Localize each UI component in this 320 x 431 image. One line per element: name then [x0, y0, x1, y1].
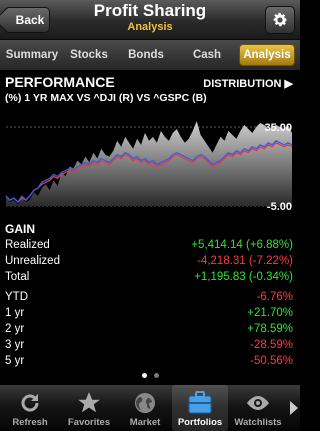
return-row-value: +21.70% [247, 307, 293, 319]
tab-stocks[interactable]: Stocks [61, 44, 117, 66]
tabbar-refresh[interactable]: Refresh [0, 385, 60, 431]
distribution-link[interactable]: DISTRIBUTION ▶ [203, 77, 293, 90]
page-indicator[interactable] [0, 373, 300, 378]
gain-row: Unrealized -4,218.31 (-7.22%) [5, 254, 293, 268]
return-row-label: 1 yr [5, 307, 25, 319]
return-row-label: 3 yr [5, 339, 25, 351]
y-min-label: -5.00 [267, 201, 292, 213]
gain-row-value: -4,218.31 (-7.22%) [197, 255, 293, 267]
star-icon [78, 392, 100, 413]
page-subtitle: Analysis [127, 21, 173, 33]
briefcase-icon [188, 391, 212, 414]
return-row: 1 yr +21.70% [5, 306, 293, 320]
tabbar-market[interactable]: Market [118, 385, 172, 431]
gear-icon [273, 12, 288, 27]
return-row-label: 2 yr [5, 323, 25, 335]
return-row: 2 yr +78.59% [5, 322, 293, 336]
return-row-label: YTD [5, 291, 28, 303]
page-title: Profit Sharing [93, 1, 207, 20]
return-row: YTD -6.76% [5, 290, 293, 304]
return-row: 5 yr -50.56% [5, 354, 293, 368]
tabbar-favorites[interactable]: Favorites [60, 385, 118, 431]
tabbar-watchlists[interactable]: Watchlists [228, 385, 288, 431]
return-row-value: -28.59% [250, 339, 293, 351]
tabbar-portfolios-label: Portfolios [177, 417, 223, 428]
gain-row: Total +1,195.83 (-0.34%) [5, 270, 293, 284]
tab-bonds[interactable]: Bonds [117, 44, 175, 66]
settings-button[interactable] [265, 6, 295, 34]
tabbar-refresh-label: Refresh [12, 417, 48, 428]
tabbar-watchlists-label: Watchlists [234, 417, 282, 428]
eye-icon [247, 396, 269, 410]
tab-analysis[interactable]: Analysis [239, 44, 295, 66]
tabbar-more[interactable] [288, 385, 300, 431]
tabbar-market-label: Market [129, 417, 161, 428]
chevron-right-icon [290, 401, 298, 415]
performance-title: PERFORMANCE [5, 74, 115, 90]
gain-row-value: +1,195.83 (-0.34%) [194, 271, 293, 283]
tab-bar: Refresh Favorites Market Portfolios Watc… [0, 385, 300, 431]
return-row-value: -6.76% [256, 291, 293, 303]
refresh-icon [21, 394, 39, 412]
series-portfolio-area [6, 121, 292, 206]
tab-summary[interactable]: Summary [3, 44, 61, 66]
globe-icon [135, 393, 155, 413]
gain-row: Realized +5,414.14 (+6.88%) [5, 238, 293, 252]
return-row-label: 5 yr [5, 355, 25, 367]
back-button[interactable]: Back [4, 7, 50, 33]
chart-subtitle: (%) 1 YR MAX VS ^DJI (R) VS ^GSPC (B) [5, 92, 207, 104]
page-dot [153, 373, 159, 378]
return-row-value: -50.56% [250, 355, 293, 367]
back-button-label: Back [15, 13, 45, 27]
gain-row-value: +5,414.14 (+6.88%) [191, 239, 293, 251]
tabbar-favorites-label: Favorites [67, 417, 111, 428]
return-row: 3 yr -28.59% [5, 338, 293, 352]
nav-header: Back Profit Sharing Analysis [0, 0, 300, 40]
gain-row-label: Unrealized [5, 255, 60, 267]
tab-cash[interactable]: Cash [175, 44, 239, 66]
tabbar-portfolios[interactable]: Portfolios [172, 385, 228, 431]
performance-chart[interactable]: 35.00 -5.00 [0, 105, 300, 220]
segment-tabs: Summary Stocks Bonds Cash Analysis [0, 40, 300, 70]
gain-row-label: Total [5, 271, 30, 283]
gain-row-label: Realized [5, 239, 50, 251]
page-dot-active [141, 373, 147, 378]
y-max-label: 35.00 [264, 122, 292, 134]
return-row-value: +78.59% [247, 323, 293, 335]
gain-title: GAIN [5, 222, 35, 236]
